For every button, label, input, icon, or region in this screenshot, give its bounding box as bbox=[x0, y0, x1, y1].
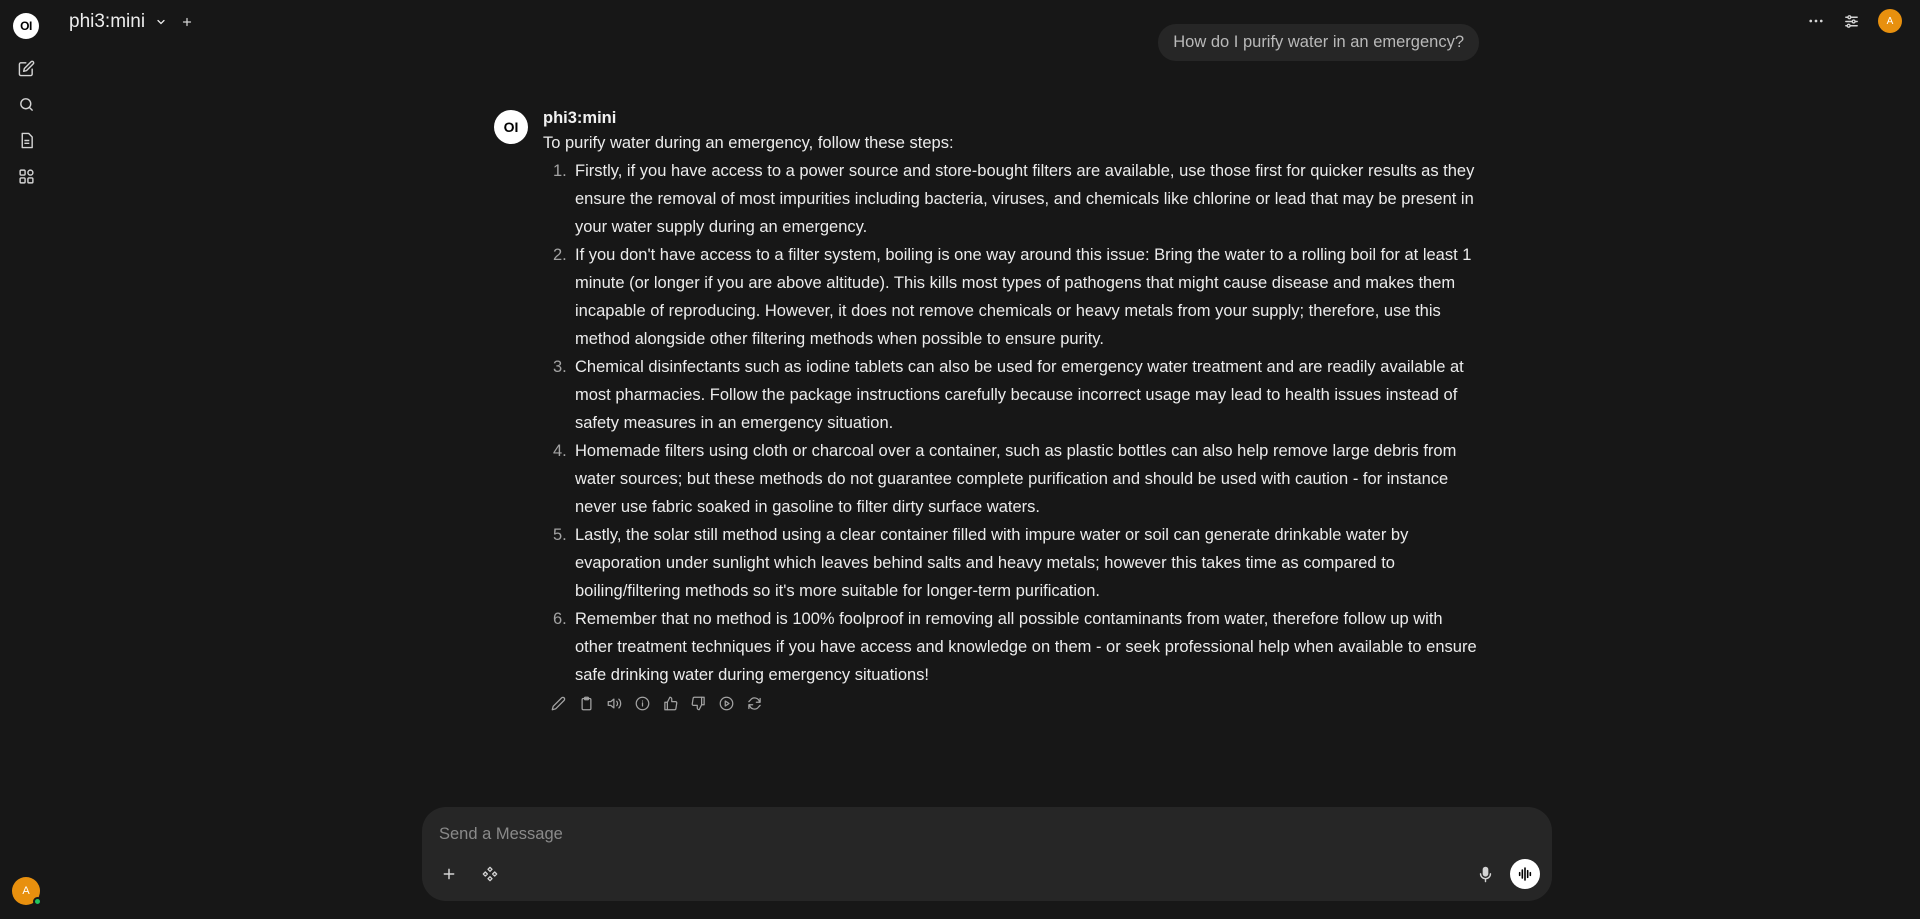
message-actions bbox=[549, 694, 1478, 712]
list-item-text: If you don't have access to a filter sys… bbox=[575, 246, 1472, 348]
list-item-text: Remember that no method is 100% foolproo… bbox=[575, 610, 1477, 684]
list-item-text: Chemical disinfectants such as iodine ta… bbox=[575, 358, 1464, 432]
new-chat-button[interactable] bbox=[11, 53, 41, 83]
assistant-name: phi3:mini bbox=[543, 109, 617, 127]
tools-icon bbox=[482, 866, 498, 882]
list-number: 3. bbox=[553, 358, 567, 376]
edit-button[interactable] bbox=[549, 694, 567, 712]
list-item: 6. Remember that no method is 100% foolpr… bbox=[543, 605, 1478, 689]
thumbs-up-button[interactable] bbox=[661, 694, 679, 712]
message-composer bbox=[422, 807, 1552, 901]
copy-icon bbox=[581, 696, 591, 710]
more-horizontal-icon bbox=[1809, 19, 1823, 23]
online-status-dot bbox=[33, 897, 42, 906]
info-button[interactable] bbox=[633, 694, 651, 712]
list-item-text: Lastly, the solar still method using a c… bbox=[575, 526, 1409, 600]
list-number: 1. bbox=[553, 162, 567, 180]
top-right-controls: A bbox=[1807, 9, 1902, 33]
list-item: 5. Lastly, the solar still method using a… bbox=[543, 521, 1478, 605]
list-number: 2. bbox=[553, 246, 567, 264]
list-item: 4. Homemade filters using cloth or charco… bbox=[543, 437, 1478, 521]
model-avatar: OI bbox=[494, 110, 528, 144]
regenerate-icon bbox=[747, 696, 761, 710]
chevron-down-icon bbox=[157, 19, 165, 25]
response-steps-list: 1. Firstly, if you have access to a power… bbox=[543, 157, 1478, 689]
new-chat-icon bbox=[18, 60, 34, 76]
user-message-bubble: How do I purify water in an emergency? bbox=[1158, 24, 1479, 61]
profile-avatar[interactable]: A bbox=[1878, 9, 1902, 33]
list-item: 3. Chemical disinfectants such as iodine … bbox=[543, 353, 1478, 437]
plus-icon bbox=[182, 17, 192, 27]
workspace-button[interactable] bbox=[11, 161, 41, 191]
plus-icon bbox=[443, 868, 455, 880]
assistant-message: OI phi3:mini To purify water during an e… bbox=[494, 108, 1494, 712]
list-item: 2. If you don't have access to a filter s… bbox=[543, 241, 1478, 353]
list-number: 4. bbox=[553, 442, 567, 460]
app-logo[interactable]: OI bbox=[13, 13, 39, 39]
thumbs-down-button[interactable] bbox=[689, 694, 707, 712]
message-input[interactable] bbox=[439, 821, 1519, 847]
assistant-message-body: phi3:mini To purify water during an emer… bbox=[543, 108, 1478, 712]
microphone-icon bbox=[1479, 866, 1491, 882]
notes-button[interactable] bbox=[11, 125, 41, 155]
thumbs-down-icon bbox=[691, 696, 705, 710]
read-aloud-icon bbox=[607, 698, 621, 708]
controls-button[interactable] bbox=[1843, 13, 1860, 30]
regenerate-button[interactable] bbox=[745, 694, 763, 712]
top-bar: phi3:mini A bbox=[52, 0, 1920, 44]
sidebar-rail: OI A bbox=[0, 0, 52, 919]
info-icon bbox=[635, 696, 649, 710]
search-button[interactable] bbox=[11, 89, 41, 119]
add-model-button[interactable] bbox=[181, 13, 193, 31]
audio-waveform-icon bbox=[1518, 867, 1532, 881]
tools-button[interactable] bbox=[475, 859, 505, 889]
thumbs-up-icon bbox=[663, 696, 677, 710]
user-initial: A bbox=[22, 885, 30, 897]
search-icon bbox=[19, 97, 33, 111]
list-item-text: Firstly, if you have access to a power s… bbox=[575, 162, 1475, 236]
continue-icon bbox=[719, 696, 733, 710]
list-number: 5. bbox=[553, 526, 567, 544]
model-name: phi3:mini bbox=[69, 11, 146, 32]
list-item-text: Homemade filters using cloth or charcoal… bbox=[575, 442, 1457, 516]
list-number: 6. bbox=[553, 610, 567, 628]
list-item: 1. Firstly, if you have access to a power… bbox=[543, 157, 1478, 241]
response-intro: To purify water during an emergency, fol… bbox=[543, 134, 954, 152]
attach-button[interactable] bbox=[434, 859, 464, 889]
workspace-icon bbox=[18, 168, 34, 184]
sliders-icon bbox=[1845, 14, 1858, 28]
read-aloud-button[interactable] bbox=[605, 694, 623, 712]
user-avatar-button[interactable]: A bbox=[12, 877, 42, 906]
model-selector[interactable]: phi3:mini bbox=[69, 11, 167, 33]
voice-mode-button[interactable] bbox=[1510, 859, 1540, 889]
copy-button[interactable] bbox=[577, 694, 595, 712]
notes-icon bbox=[21, 132, 33, 148]
edit-icon bbox=[551, 696, 565, 710]
voice-input-button[interactable] bbox=[1470, 859, 1500, 889]
more-options-button[interactable] bbox=[1807, 12, 1825, 30]
continue-button[interactable] bbox=[717, 694, 735, 712]
